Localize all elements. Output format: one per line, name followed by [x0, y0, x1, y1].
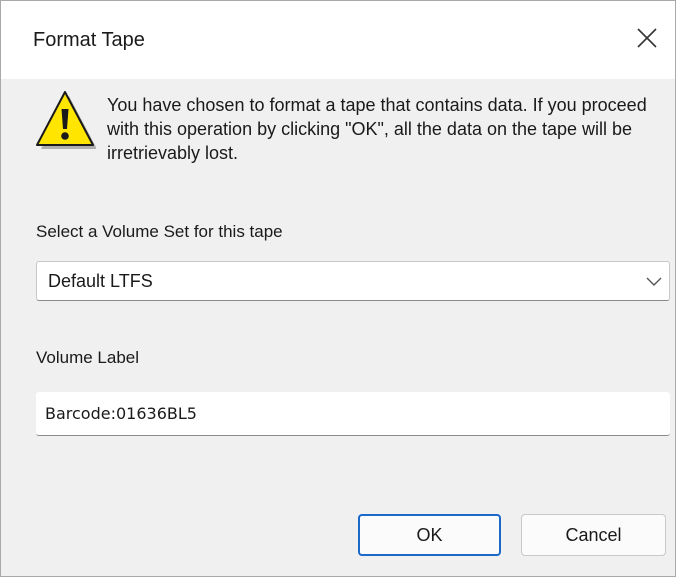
chevron-down-icon — [646, 277, 662, 286]
volume-set-selected-value: Default LTFS — [48, 271, 153, 291]
warning-message: You have chosen to format a tape that co… — [107, 95, 647, 163]
window-title: Format Tape — [33, 29, 145, 51]
volume-set-select[interactable]: Default LTFS — [36, 261, 670, 301]
warning-icon — [36, 91, 96, 149]
volume-label-caption: Volume Label — [36, 348, 140, 367]
close-icon — [637, 28, 657, 48]
volume-label-input[interactable] — [36, 392, 670, 436]
volume-set-label: Select a Volume Set for this tape — [36, 222, 283, 241]
format-tape-dialog: Format Tape You have chosen to format a … — [0, 0, 676, 577]
cancel-button[interactable]: Cancel — [521, 514, 666, 556]
ok-button[interactable]: OK — [358, 514, 501, 556]
title-bar: Format Tape — [1, 1, 675, 79]
close-button[interactable] — [627, 17, 675, 59]
